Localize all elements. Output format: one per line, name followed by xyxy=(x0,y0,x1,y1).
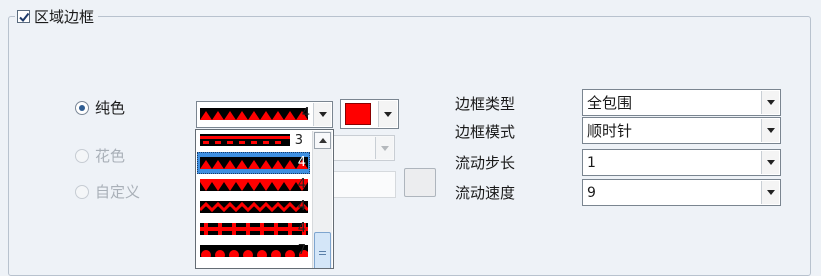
radio-indicator xyxy=(75,184,89,199)
border-type-label: 边框类型 xyxy=(455,95,516,113)
flow-speed-combo[interactable]: 9 xyxy=(582,179,781,206)
browse-button xyxy=(404,168,436,197)
dropdown-arrow-button[interactable] xyxy=(378,101,397,127)
checkmark-icon xyxy=(19,12,30,22)
list-item-selected[interactable]: 4 xyxy=(197,152,310,174)
pattern-preview xyxy=(200,223,308,235)
radio-solid-color[interactable]: 纯色 xyxy=(75,97,125,118)
border-mode-label: 边框模式 xyxy=(455,123,516,141)
scroll-thumb[interactable] xyxy=(314,232,331,268)
pattern-preview xyxy=(200,179,308,191)
border-mode-value: 顺时针 xyxy=(587,122,633,140)
pattern-preview xyxy=(200,134,290,146)
border-type-value: 全包围 xyxy=(587,94,633,112)
dropdown-arrow-icon xyxy=(380,145,389,151)
border-pattern-combo[interactable]: 4 xyxy=(196,101,333,128)
flow-step-label: 流动步长 xyxy=(455,154,516,172)
pattern-value: 4 xyxy=(301,106,310,121)
pattern-preview xyxy=(200,157,308,169)
dropdown-arrow-icon xyxy=(766,160,775,165)
list-item[interactable]: 3 xyxy=(197,130,310,152)
group-header: 区域边框 xyxy=(15,5,99,27)
dropdown-arrow-button[interactable] xyxy=(761,151,779,174)
flow-speed-label: 流动速度 xyxy=(455,184,516,202)
region-border-group xyxy=(8,16,811,276)
border-type-combo[interactable]: 全包围 xyxy=(582,89,781,116)
list-item-value: 3 xyxy=(294,133,303,148)
dropdown-arrow-button[interactable] xyxy=(313,103,331,126)
region-border-checkbox[interactable] xyxy=(17,9,30,23)
color-swatch xyxy=(345,103,371,125)
pattern-dropdown-list[interactable]: 3 4 4 4 4 7 xyxy=(195,129,334,269)
radio-pattern-color: 花色 xyxy=(75,145,125,166)
group-title-label: 区域边框 xyxy=(34,7,95,26)
list-item[interactable]: 4 xyxy=(197,174,310,196)
dropdown-arrow-button xyxy=(375,137,393,159)
flow-step-value: 1 xyxy=(587,155,596,171)
dropdown-arrow-icon xyxy=(384,111,392,117)
pattern-preview xyxy=(200,108,308,120)
dropdown-arrow-icon xyxy=(766,190,775,195)
radio-label: 自定义 xyxy=(95,183,141,201)
flow-step-combo[interactable]: 1 xyxy=(582,149,781,176)
radio-label: 花色 xyxy=(95,147,126,165)
radio-indicator xyxy=(75,148,89,163)
list-item[interactable]: 7 xyxy=(197,240,310,262)
list-item[interactable]: 4 xyxy=(197,196,310,218)
dropdown-arrow-button[interactable] xyxy=(761,91,779,114)
dropdown-arrow-icon xyxy=(318,112,327,117)
border-mode-combo[interactable]: 顺时针 xyxy=(582,117,781,144)
list-item-value: 4 xyxy=(297,177,306,192)
dropdown-arrow-icon xyxy=(766,128,775,133)
pattern-preview xyxy=(200,201,308,213)
radio-custom: 自定义 xyxy=(75,181,140,202)
list-item[interactable]: 4 xyxy=(197,218,310,240)
radio-label: 纯色 xyxy=(95,99,126,117)
border-color-picker[interactable] xyxy=(340,99,399,129)
scroll-up-arrow-icon xyxy=(318,138,327,143)
flow-speed-value: 9 xyxy=(587,185,596,201)
list-item-value: 4 xyxy=(297,221,306,236)
pattern-preview xyxy=(200,245,308,257)
radio-indicator[interactable] xyxy=(75,100,89,115)
scroll-up-button[interactable] xyxy=(314,132,331,149)
dropdown-arrow-button[interactable] xyxy=(761,181,779,204)
list-scrollbar[interactable] xyxy=(312,131,332,268)
list-item-value: 4 xyxy=(297,155,306,170)
dropdown-arrow-button[interactable] xyxy=(761,119,779,142)
list-item-value: 4 xyxy=(297,199,306,214)
list-item-value: 7 xyxy=(297,243,306,258)
dropdown-arrow-icon xyxy=(766,100,775,105)
